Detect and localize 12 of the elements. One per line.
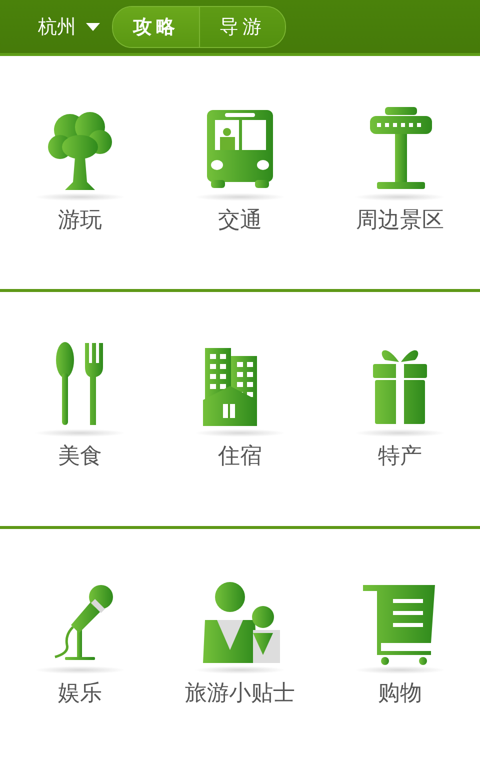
category-tile[interactable]: 特产 [320,338,480,472]
category-tile[interactable]: 周边景区 [320,102,480,235]
caret-icon [86,22,100,30]
city-dropdown[interactable]: 杭州 [38,14,100,40]
category-tile[interactable]: 住宿 [160,338,320,472]
category-tile[interactable]: 游玩 [0,102,160,235]
category-tile[interactable]: 购物 [320,574,480,708]
tab[interactable]: 导游 [199,6,285,46]
category-tile[interactable]: 娱乐 [0,574,160,708]
category-tile[interactable]: 旅游小贴士 [160,574,320,708]
category-tile[interactable]: 交通 [160,102,320,235]
category-tile[interactable]: 美食 [0,338,160,472]
